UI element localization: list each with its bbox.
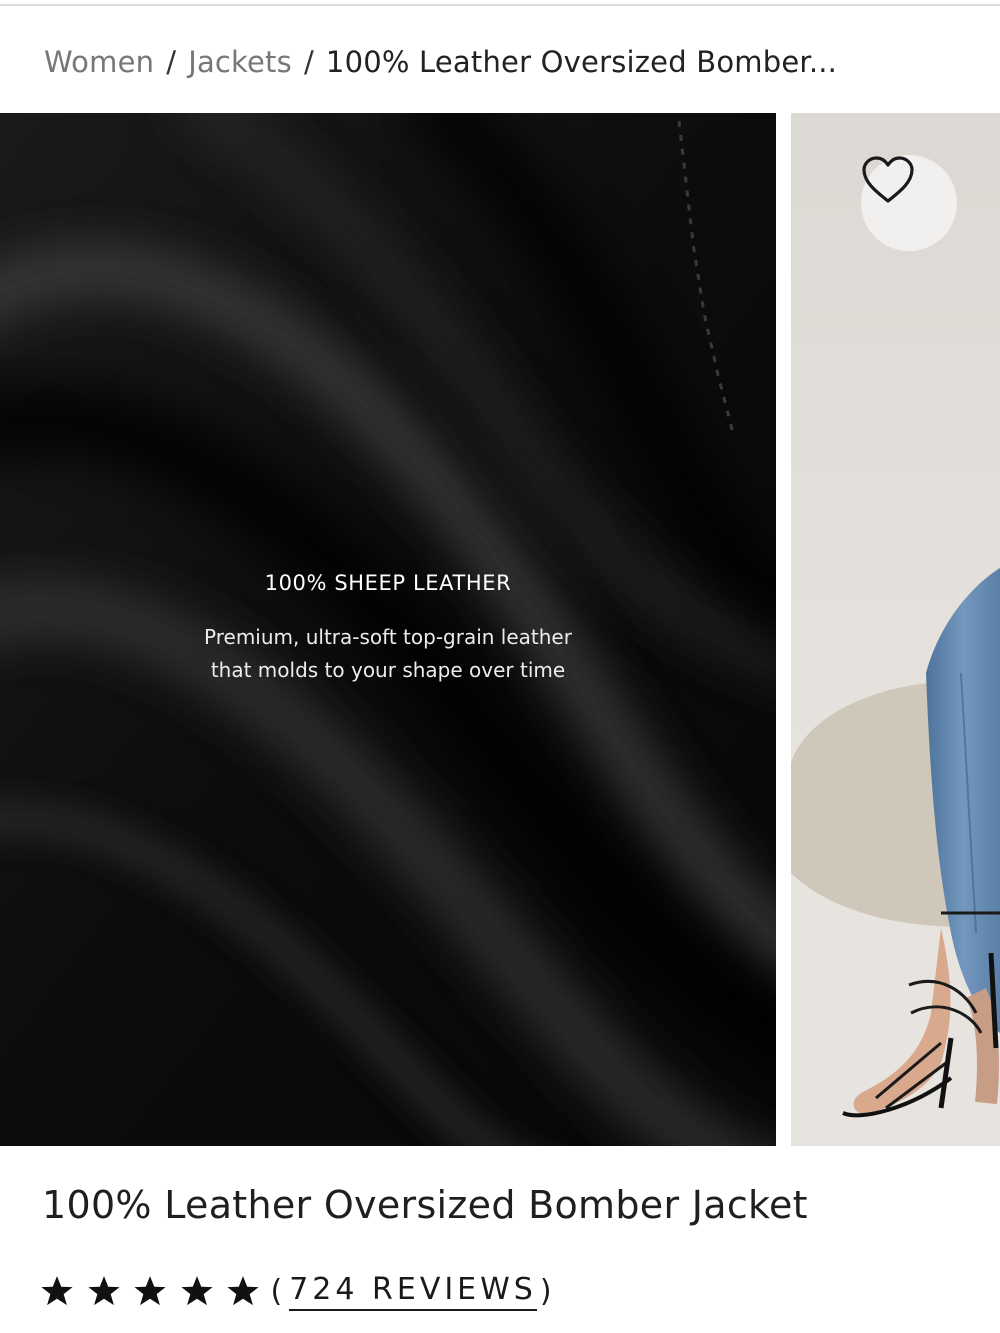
star-filled-icon — [180, 1276, 213, 1306]
feature-callout: 100% SHEEP LEATHER Premium, ultra-soft t… — [0, 571, 776, 687]
model-photo-image — [791, 113, 1000, 1146]
rating-stars — [40, 1274, 273, 1308]
reviews-paren-close: ) — [539, 1273, 556, 1309]
gallery-slide-leather-detail[interactable]: 100% SHEEP LEATHER Premium, ultra-soft t… — [0, 113, 776, 1146]
gallery-slide-model-photo[interactable] — [791, 113, 1000, 1146]
feature-title: 100% SHEEP LEATHER — [264, 571, 512, 595]
feature-description-line-1: Premium, ultra-soft top-grain leather — [204, 625, 572, 649]
reviews-count-label: 724 REVIEWS — [289, 1272, 537, 1311]
star-filled-icon — [134, 1276, 166, 1306]
breadcrumb-separator: / — [166, 45, 177, 79]
breadcrumb-link-jackets[interactable]: Jackets — [188, 45, 292, 79]
top-divider — [0, 4, 1000, 6]
breadcrumb-link-women[interactable]: Women — [44, 45, 154, 79]
reviews-link[interactable]: ( 724 REVIEWS ) — [271, 1272, 556, 1311]
reviews-paren-open: ( — [270, 1273, 287, 1309]
product-title: 100% Leather Oversized Bomber Jacket — [42, 1183, 808, 1227]
feature-description-line-2: that molds to your shape over time — [210, 658, 566, 682]
breadcrumb-separator: / — [303, 45, 314, 79]
star-filled-icon — [87, 1276, 120, 1306]
wishlist-button[interactable] — [861, 155, 957, 251]
breadcrumb: Women / Jackets / 100% Leather Oversized… — [44, 42, 837, 82]
feature-description: Premium, ultra-soft top-grain leather th… — [0, 621, 776, 687]
heart-outline-icon — [862, 156, 914, 203]
product-image-gallery[interactable]: 100% SHEEP LEATHER Premium, ultra-soft t… — [0, 113, 1000, 1146]
product-rating: ( 724 REVIEWS ) — [40, 1268, 556, 1314]
breadcrumb-current: 100% Leather Oversized Bomber... — [325, 45, 838, 79]
star-filled-icon — [227, 1276, 259, 1306]
star-filled-icon — [41, 1276, 73, 1306]
